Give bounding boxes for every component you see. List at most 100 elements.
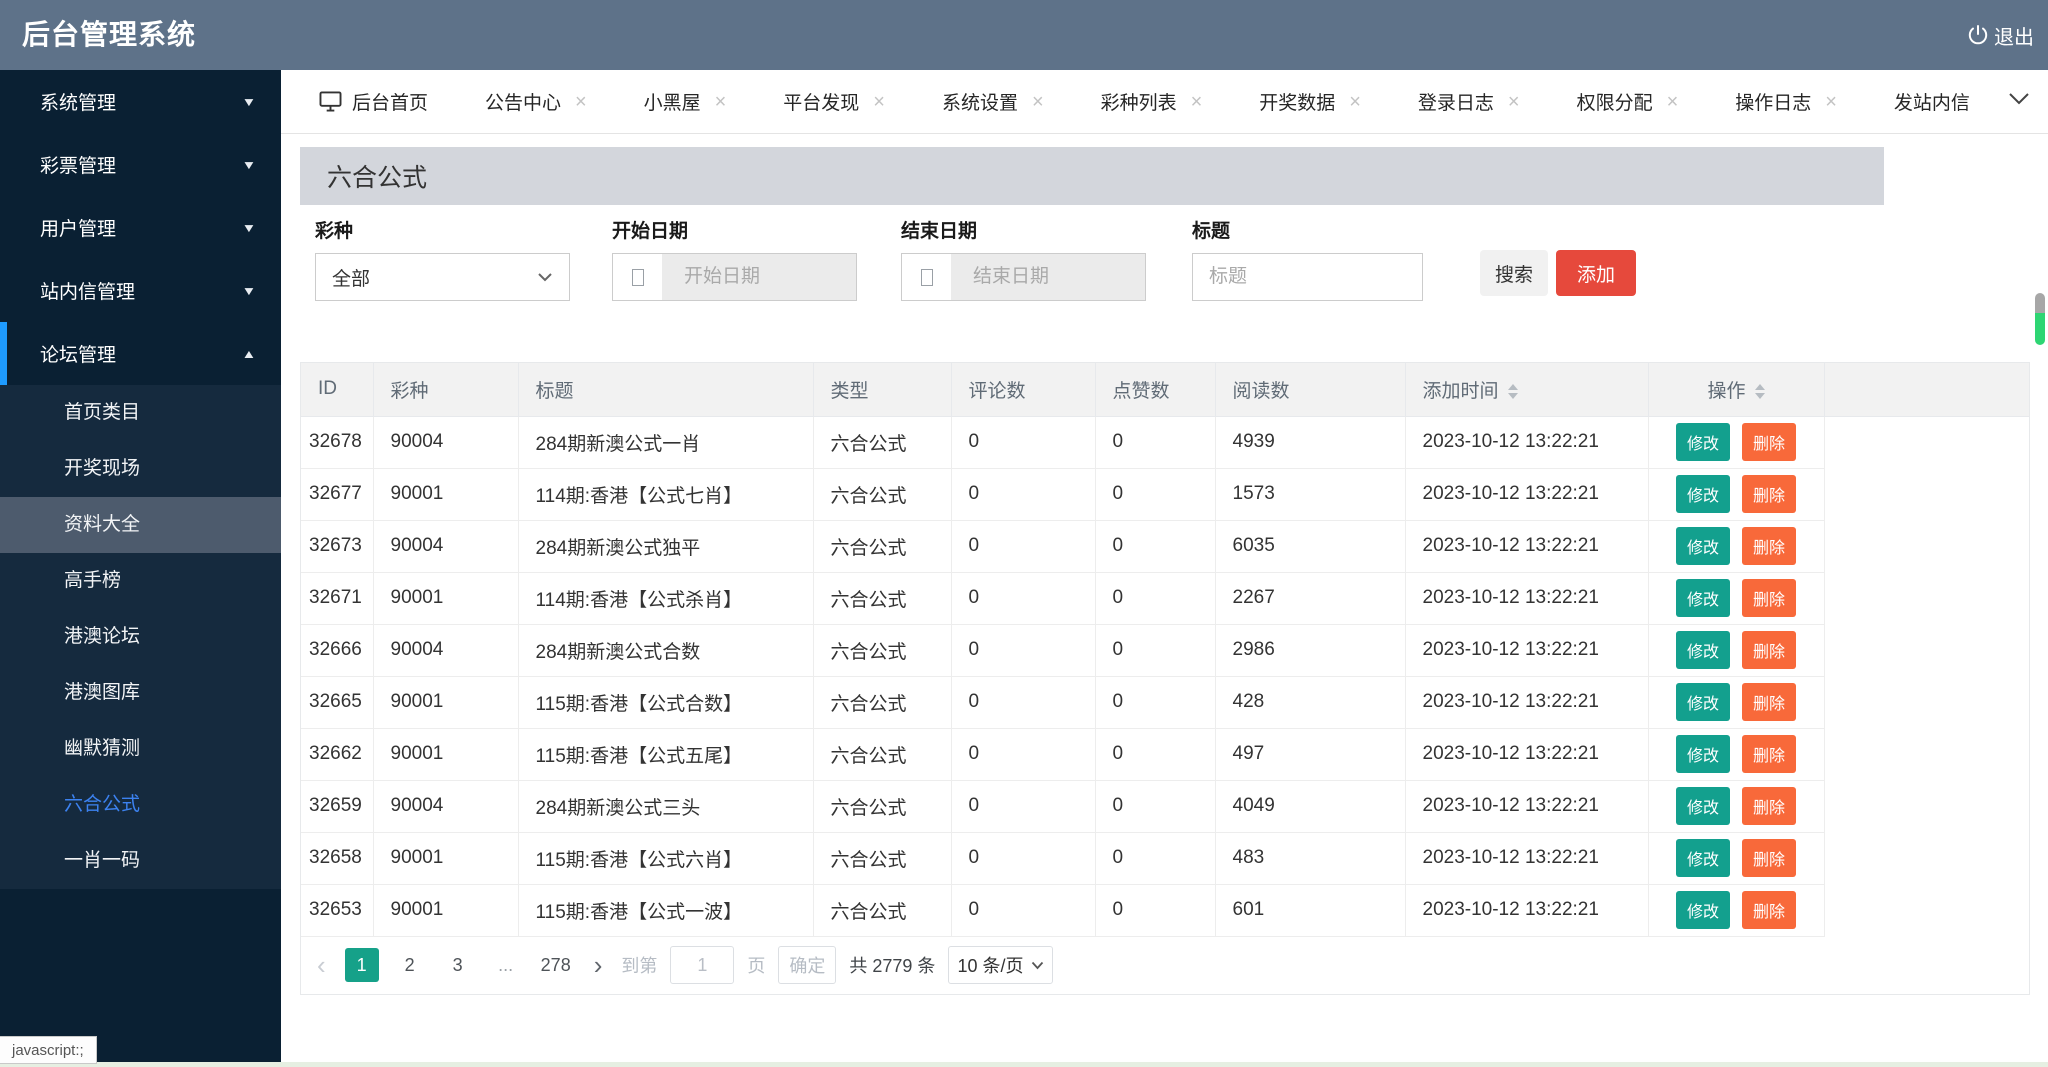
sidebar-item[interactable]: 系统管理▼: [0, 70, 281, 133]
cell-lottery: 90001: [373, 832, 518, 884]
goto-page-input[interactable]: [670, 946, 734, 984]
cell-reads: 1573: [1215, 468, 1405, 520]
tab-item[interactable]: 后台首页: [319, 88, 428, 115]
sidebar-item[interactable]: 用户管理▼: [0, 196, 281, 259]
goto-label: 到第: [621, 952, 657, 978]
delete-button[interactable]: 删除: [1742, 631, 1796, 669]
column-header-label: ID: [318, 378, 337, 399]
end-date-input[interactable]: [951, 254, 1145, 300]
delete-button[interactable]: 删除: [1742, 683, 1796, 721]
edit-button[interactable]: 修改: [1676, 423, 1730, 461]
edit-button[interactable]: 修改: [1676, 683, 1730, 721]
pagination-pages: 123...278: [345, 948, 575, 982]
cell-actions: 修改删除: [1648, 624, 1824, 676]
logout-button[interactable]: 退出: [1966, 0, 2034, 70]
delete-button[interactable]: 删除: [1742, 527, 1796, 565]
data-table: ID彩种标题类型评论数点赞数阅读数添加时间操作 3267890004284期新澳…: [301, 363, 2029, 937]
sidebar-subitem[interactable]: 六合公式: [0, 777, 281, 833]
close-icon[interactable]: ×: [1349, 92, 1361, 112]
edit-button[interactable]: 修改: [1676, 527, 1730, 565]
column-header-label: 标题: [536, 381, 574, 402]
edit-button[interactable]: 修改: [1676, 579, 1730, 617]
filter-lottery: 彩种 全部: [315, 216, 570, 301]
tab-item[interactable]: 发站内信: [1894, 88, 1970, 115]
sidebar-subitem[interactable]: 幽默猜测: [0, 721, 281, 777]
tab-item[interactable]: 权限分配×: [1577, 88, 1679, 115]
calendar-icon[interactable]: [613, 254, 662, 300]
sidebar-subitem[interactable]: 首页类目: [0, 385, 281, 441]
cell-lottery: 90004: [373, 416, 518, 468]
page-number[interactable]: 278: [537, 948, 575, 982]
sidebar-subitem[interactable]: 高手榜: [0, 553, 281, 609]
page-number[interactable]: 2: [393, 948, 427, 982]
close-icon[interactable]: ×: [1191, 92, 1203, 112]
cell-actions: 修改删除: [1648, 832, 1824, 884]
delete-button[interactable]: 删除: [1742, 423, 1796, 461]
delete-button[interactable]: 删除: [1742, 839, 1796, 877]
tab-item[interactable]: 开奖数据×: [1259, 88, 1361, 115]
tab-item[interactable]: 系统设置×: [942, 88, 1044, 115]
tab-item[interactable]: 公告中心×: [485, 88, 587, 115]
add-button[interactable]: 添加: [1556, 250, 1636, 296]
start-date-input[interactable]: [662, 254, 856, 300]
lottery-select[interactable]: 全部: [315, 253, 570, 301]
close-icon[interactable]: ×: [1667, 92, 1679, 112]
cell-filler: [1824, 572, 2029, 624]
sidebar-item[interactable]: 站内信管理▼: [0, 259, 281, 322]
cell-id: 32677: [301, 468, 373, 520]
column-header[interactable]: 添加时间: [1405, 363, 1648, 416]
close-icon[interactable]: ×: [715, 92, 727, 112]
cell-comments: 0: [951, 832, 1095, 884]
close-icon[interactable]: ×: [1032, 92, 1044, 112]
prev-page-icon[interactable]: ‹: [311, 950, 332, 981]
title-input[interactable]: [1192, 253, 1423, 301]
main-content: 六合公式 彩种 全部 开始日期 结束日期 标题 搜索 添加: [281, 134, 2048, 1067]
table-row: 3265890001115期:香港【公式六肖】六合公式004832023-10-…: [301, 832, 2029, 884]
tab-item[interactable]: 彩种列表×: [1101, 88, 1203, 115]
confirm-button[interactable]: 确定: [778, 946, 836, 984]
tab-item[interactable]: 操作日志×: [1735, 88, 1837, 115]
chevron-down-icon[interactable]: [2008, 92, 2030, 111]
delete-button[interactable]: 删除: [1742, 475, 1796, 513]
search-button[interactable]: 搜索: [1480, 250, 1548, 296]
column-filler: [1824, 363, 2029, 416]
delete-button[interactable]: 删除: [1742, 579, 1796, 617]
sidebar-subitem[interactable]: 一肖一码: [0, 833, 281, 889]
edit-button[interactable]: 修改: [1676, 735, 1730, 773]
tab-item[interactable]: 登录日志×: [1418, 88, 1520, 115]
sidebar-item-label: 彩票管理: [40, 151, 243, 178]
sidebar-subitem[interactable]: 港澳图库: [0, 665, 281, 721]
tab-item[interactable]: 平台发现×: [783, 88, 885, 115]
delete-button[interactable]: 删除: [1742, 787, 1796, 825]
close-icon[interactable]: ×: [575, 92, 587, 112]
close-icon[interactable]: ×: [873, 92, 885, 112]
edit-button[interactable]: 修改: [1676, 631, 1730, 669]
cell-type: 六合公式: [813, 468, 951, 520]
edit-button[interactable]: 修改: [1676, 839, 1730, 877]
table-row: 3266590001115期:香港【公式合数】六合公式004282023-10-…: [301, 676, 2029, 728]
sidebar-item[interactable]: 论坛管理▲: [0, 322, 281, 385]
close-icon[interactable]: ×: [1508, 92, 1520, 112]
page-size-select[interactable]: 10 条/页: [948, 946, 1053, 984]
sidebar-subitem[interactable]: 开奖现场: [0, 441, 281, 497]
page-number[interactable]: 3: [441, 948, 475, 982]
tab-item[interactable]: 小黑屋×: [644, 88, 727, 115]
cell-reads: 2267: [1215, 572, 1405, 624]
delete-button[interactable]: 删除: [1742, 891, 1796, 929]
sidebar-item[interactable]: 彩票管理▼: [0, 133, 281, 196]
sidebar-subitem[interactable]: 港澳论坛: [0, 609, 281, 665]
table-row: 3267390004284期新澳公式独平六合公式0060352023-10-12…: [301, 520, 2029, 572]
app-title: 后台管理系统: [22, 0, 196, 70]
next-page-icon[interactable]: ›: [588, 950, 609, 981]
delete-button[interactable]: 删除: [1742, 735, 1796, 773]
scrollbar-thumb[interactable]: [2035, 293, 2045, 345]
edit-button[interactable]: 修改: [1676, 475, 1730, 513]
column-header[interactable]: 操作: [1648, 363, 1824, 416]
page-number[interactable]: 1: [345, 948, 379, 982]
close-icon[interactable]: ×: [1825, 92, 1837, 112]
sidebar-subitem[interactable]: 资料大全: [0, 497, 281, 553]
cell-type: 六合公式: [813, 624, 951, 676]
edit-button[interactable]: 修改: [1676, 891, 1730, 929]
edit-button[interactable]: 修改: [1676, 787, 1730, 825]
calendar-icon[interactable]: [902, 254, 951, 300]
